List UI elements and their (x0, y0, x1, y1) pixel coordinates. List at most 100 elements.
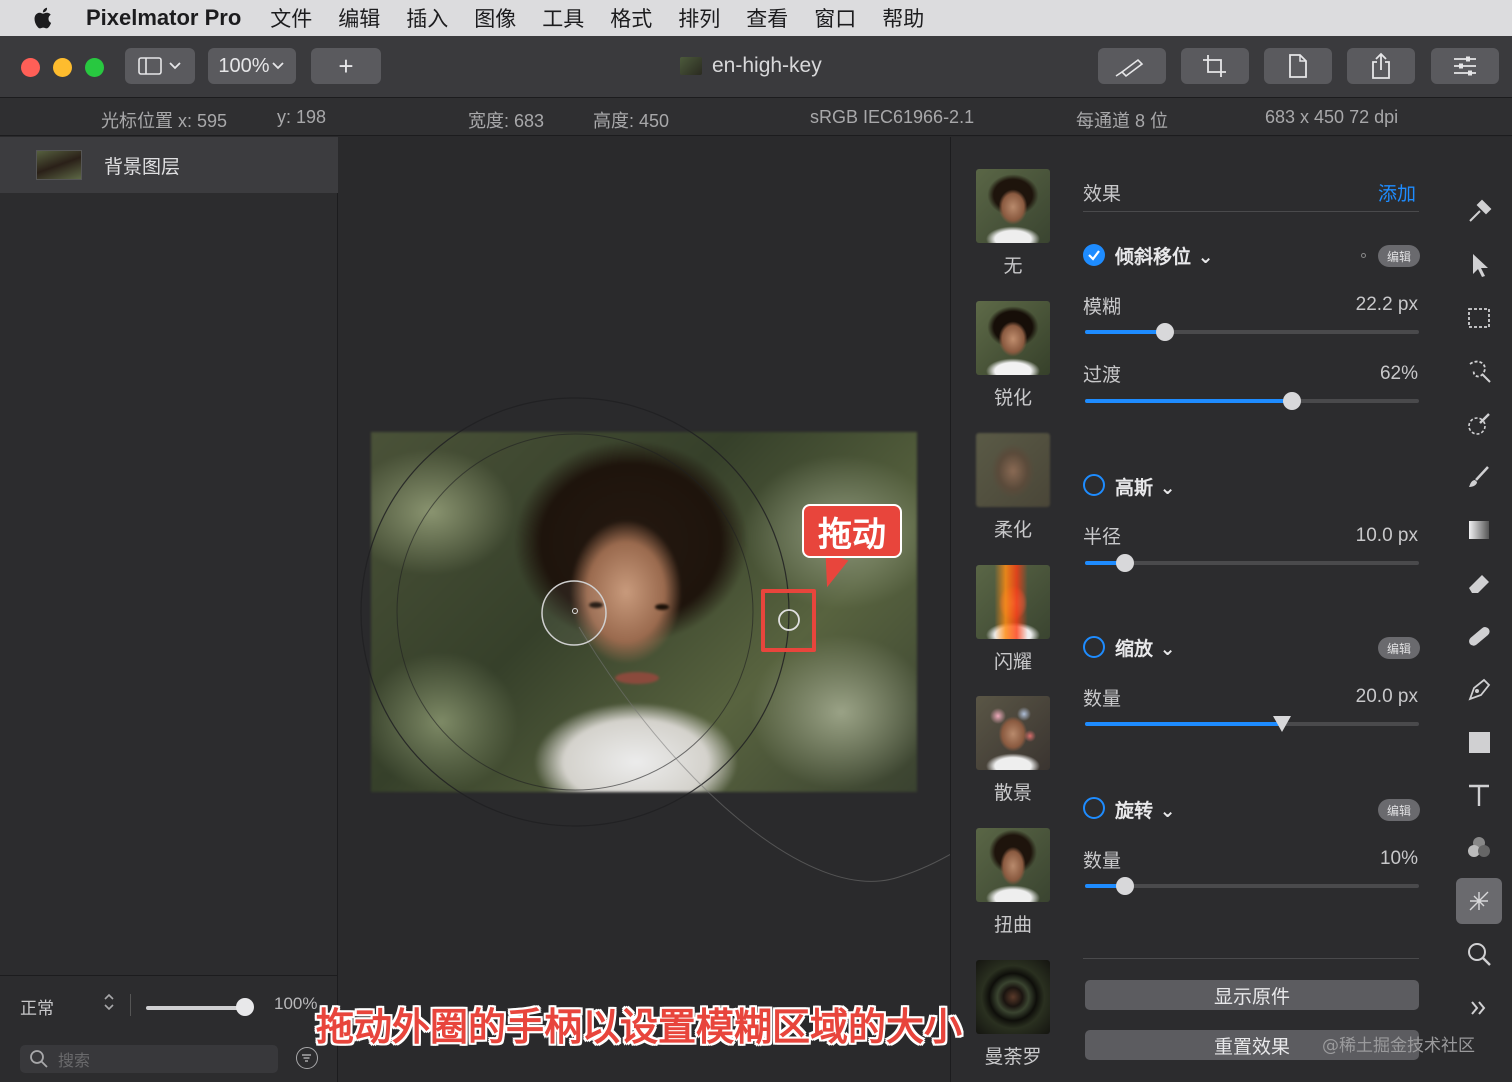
radius-slider[interactable] (1085, 554, 1419, 572)
zoom-amount-value: 20.0 px (1355, 686, 1418, 707)
layer-search-input[interactable]: 搜索 (20, 1045, 278, 1073)
layer-row[interactable]: 背景图层 (0, 137, 338, 193)
effect-bokeh[interactable]: 散景 (976, 696, 1050, 805)
pen-tool[interactable] (1456, 666, 1502, 712)
markup-tool-button[interactable] (1098, 48, 1166, 84)
spin-amount-slider[interactable] (1085, 877, 1419, 895)
show-original-button[interactable]: 显示原件 (1085, 980, 1419, 1010)
tilt-shift-edit-button[interactable]: 编辑 (1378, 245, 1420, 267)
menu-edit[interactable]: 编辑 (338, 3, 380, 33)
retouch-tool[interactable] (1456, 613, 1502, 659)
slider-knob[interactable] (1116, 554, 1134, 572)
fill-tool[interactable] (1456, 507, 1502, 553)
transition-slider[interactable] (1085, 392, 1419, 410)
marquee-icon (1468, 308, 1490, 328)
share-icon (1372, 52, 1390, 79)
blur-slider[interactable] (1085, 323, 1419, 341)
menu-format[interactable]: 格式 (610, 3, 652, 33)
more-tools-button[interactable] (1456, 985, 1502, 1031)
share-button[interactable] (1347, 48, 1415, 84)
zoom-effect-checkbox[interactable] (1083, 636, 1105, 658)
menu-insert[interactable]: 插入 (406, 3, 448, 33)
color-picker-tool[interactable] (1456, 401, 1502, 447)
effect-soften-label: 柔化 (993, 519, 1032, 541)
add-button[interactable]: + (311, 48, 381, 84)
effect-none[interactable]: 无 (976, 169, 1050, 278)
zoom-tool[interactable] (1456, 931, 1502, 977)
effects-header: 效果 (1083, 183, 1122, 205)
tools-sidebar (1444, 137, 1512, 1082)
up-down-arrows-icon[interactable] (102, 992, 116, 1016)
close-window-button[interactable] (21, 58, 40, 77)
tilt-shift-name[interactable]: 倾斜移位 ⌄ (1115, 242, 1214, 269)
effect-glow[interactable]: 闪耀 (976, 565, 1050, 674)
menu-file[interactable]: 文件 (270, 3, 312, 33)
radius-label: 半径 (1083, 526, 1122, 548)
gaussian-name[interactable]: 高斯 ⌄ (1115, 473, 1176, 500)
slider-knob[interactable] (1116, 877, 1134, 895)
slider-knob[interactable] (1156, 323, 1174, 341)
blend-mode-select[interactable]: 正常 (20, 994, 54, 1019)
zoom-amount-slider[interactable] (1085, 716, 1419, 732)
effect-mandala[interactable]: 曼荼罗 (976, 960, 1050, 1069)
color-adjust-tool[interactable] (1456, 825, 1502, 871)
menu-tools[interactable]: 工具 (542, 3, 584, 33)
menu-help[interactable]: 帮助 (882, 3, 924, 33)
tilt-shift-checkbox[interactable] (1083, 244, 1105, 266)
add-effect-button[interactable]: 添加 (1378, 179, 1416, 206)
blur-value: 22.2 px (1355, 294, 1418, 315)
opacity-slider[interactable] (146, 1006, 250, 1010)
menu-view[interactable]: 查看 (746, 3, 788, 33)
effects-tool[interactable] (1456, 878, 1502, 924)
effect-distort-label: 扭曲 (993, 914, 1032, 936)
zoom-dropdown[interactable]: 100% (208, 48, 296, 84)
apple-icon[interactable] (22, 0, 66, 36)
outer-ring-handle-highlight (761, 589, 816, 652)
shape-tool[interactable] (1456, 719, 1502, 765)
paint-tool[interactable] (1456, 454, 1502, 500)
minimize-window-button[interactable] (53, 58, 72, 77)
effect-glow-label: 闪耀 (993, 651, 1032, 673)
zoom-edit-button[interactable]: 编辑 (1378, 637, 1420, 659)
effect-soften[interactable]: 柔化 (976, 433, 1050, 542)
arrange-tool[interactable] (1456, 189, 1502, 235)
slider-knob[interactable] (1283, 392, 1301, 410)
export-document-button[interactable] (1264, 48, 1332, 84)
layers-footer: 正常 100% 搜索 (0, 975, 338, 1082)
crop-icon (1203, 55, 1226, 77)
erase-tool[interactable] (1456, 560, 1502, 606)
adjustments-button[interactable] (1431, 48, 1499, 84)
select-tool[interactable] (1456, 242, 1502, 288)
slider-fill (1085, 722, 1282, 726)
blur-label: 模糊 (1083, 296, 1122, 318)
photo-eye-right (655, 604, 669, 610)
filter-icon[interactable] (296, 1047, 318, 1069)
sidebar-toggle-button[interactable] (125, 48, 195, 84)
zoom-window-button[interactable] (85, 58, 104, 77)
spin-name[interactable]: 旋转 ⌄ (1115, 796, 1176, 823)
effect-bokeh-label: 散景 (993, 782, 1032, 804)
slider-knob[interactable] (1273, 716, 1291, 732)
effect-distort[interactable]: 扭曲 (976, 828, 1050, 937)
type-tool[interactable] (1456, 772, 1502, 818)
zoom-effect-name[interactable]: 缩放 ⌄ (1115, 634, 1176, 661)
menu-image[interactable]: 图像 (474, 3, 516, 33)
rectangular-selection-tool[interactable] (1456, 295, 1502, 341)
opacity-slider-knob[interactable] (236, 998, 254, 1016)
spin-edit-button[interactable]: 编辑 (1378, 799, 1420, 821)
crop-button[interactable] (1181, 48, 1249, 84)
image-canvas[interactable] (371, 432, 917, 792)
chevron-down-icon (271, 62, 284, 70)
app-menu[interactable]: Pixelmator Pro (86, 5, 241, 31)
magic-selection-tool[interactable] (1456, 348, 1502, 394)
spin-checkbox[interactable] (1083, 797, 1105, 819)
gaussian-checkbox[interactable] (1083, 474, 1105, 496)
image-width: 宽度: 683 (468, 111, 545, 131)
menu-window[interactable]: 窗口 (814, 3, 856, 33)
cursor-x: 光标位置 x: 595 (101, 111, 228, 131)
effect-none-label: 无 (1003, 255, 1023, 277)
effect-sharpen[interactable]: 锐化 (976, 301, 1050, 410)
eyedropper-icon (1468, 413, 1490, 435)
menu-arrange[interactable]: 排列 (678, 3, 720, 33)
effect-bokeh-thumbnail (976, 696, 1050, 770)
